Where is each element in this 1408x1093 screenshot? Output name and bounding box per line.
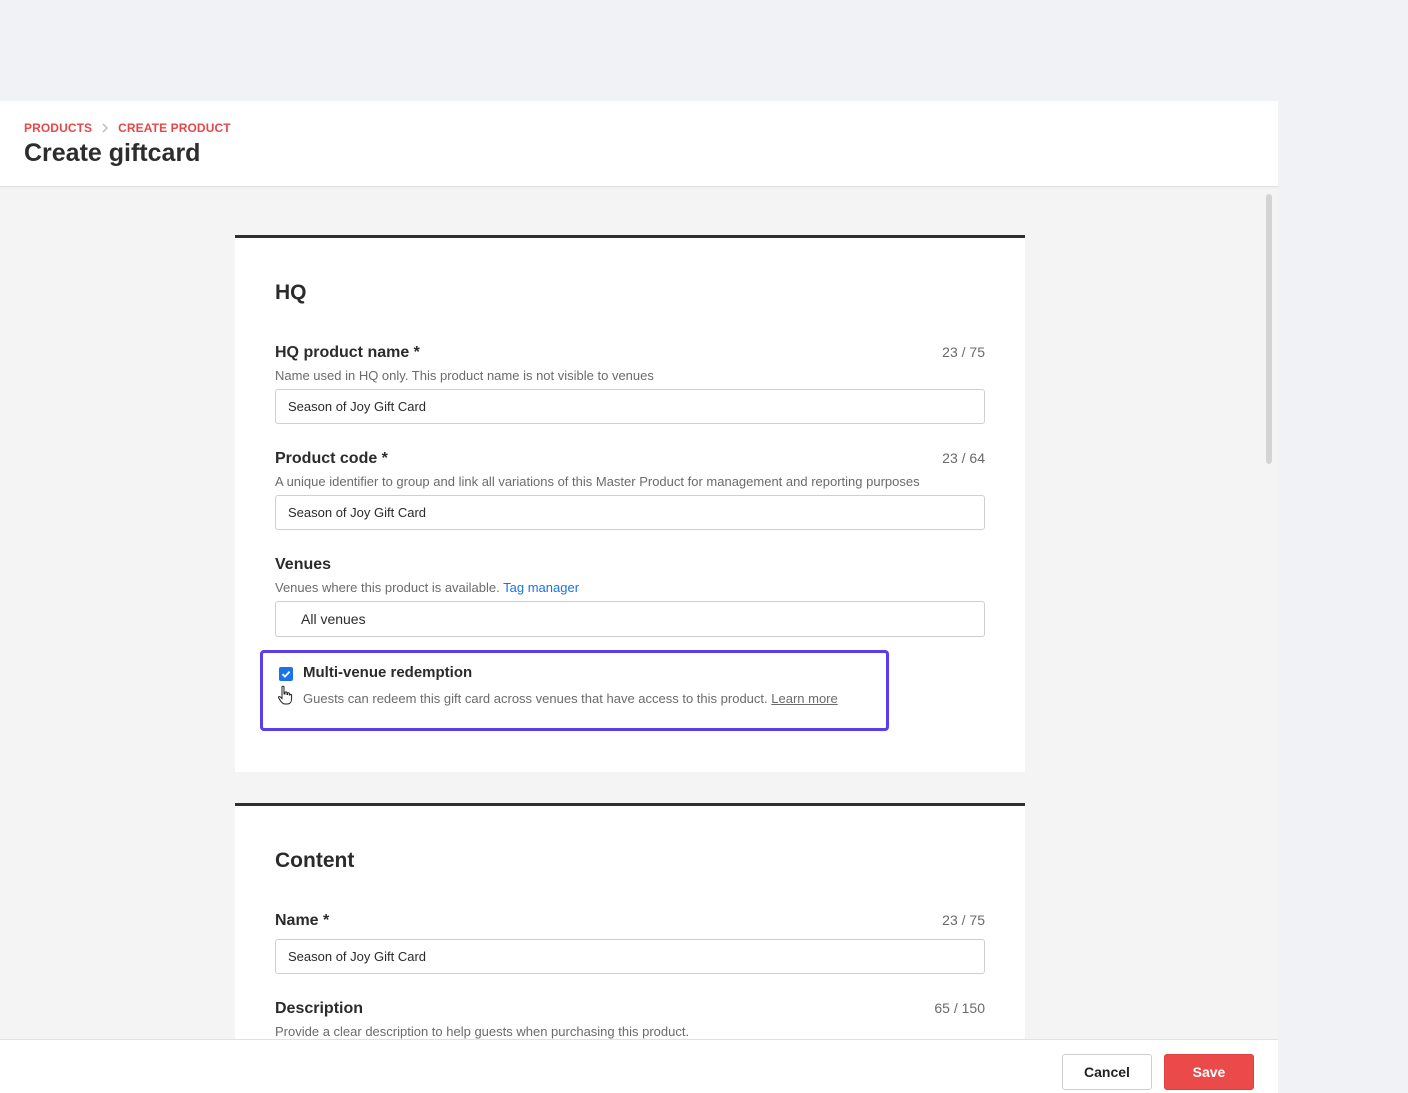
venues-select[interactable]: All venues [275,601,985,637]
venues-label: Venues [275,556,332,573]
page-title: Create giftcard [24,139,201,167]
app-window: PRODUCTS CREATE PRODUCT Create giftcard … [0,101,1278,1093]
product-code-counter: 23 / 64 [942,450,985,466]
breadcrumb-create-product[interactable]: CREATE PRODUCT [118,121,231,135]
section-title-content: Content [275,849,355,872]
hq-product-name-counter: 23 / 75 [942,344,985,360]
page-header: PRODUCTS CREATE PRODUCT Create giftcard [0,101,1278,187]
hand-pointer-cursor-icon [277,685,293,705]
product-code-label: Product code * [275,450,388,467]
hq-product-name-label: HQ product name * [275,344,420,361]
multi-venue-checkbox[interactable] [279,667,293,681]
name-label: Name * [275,912,330,929]
save-button[interactable]: Save [1164,1054,1254,1090]
learn-more-link[interactable]: Learn more [771,691,837,706]
hq-product-name-help: Name used in HQ only. This product name … [275,368,654,383]
breadcrumb-products[interactable]: PRODUCTS [24,121,92,135]
venues-help-text: Venues where this product is available. [275,580,500,595]
tag-manager-link[interactable]: Tag manager [503,580,579,595]
section-title-hq: HQ [275,281,307,304]
footer-bar: Cancel Save [0,1039,1278,1093]
multi-venue-redemption-box: Multi-venue redemption Guests can redeem… [260,650,889,731]
name-input[interactable] [275,939,985,974]
product-code-input[interactable] [275,495,985,530]
hq-section: HQ HQ product name * 23 / 75 Name used i… [235,235,1025,772]
venues-select-value: All venues [301,611,366,627]
multi-venue-help-text: Guests can redeem this gift card across … [303,691,768,706]
product-code-help: A unique identifier to group and link al… [275,474,920,489]
name-counter: 23 / 75 [942,912,985,928]
venues-help: Venues where this product is available. … [275,580,579,595]
checkmark-icon [281,670,291,678]
multi-venue-label[interactable]: Multi-venue redemption [303,664,472,681]
cancel-button[interactable]: Cancel [1062,1054,1152,1090]
multi-venue-help: Guests can redeem this gift card across … [303,691,838,706]
description-counter: 65 / 150 [934,1000,985,1016]
breadcrumb: PRODUCTS CREATE PRODUCT [24,121,231,135]
chevron-right-icon [102,123,109,133]
description-help: Provide a clear description to help gues… [275,1024,690,1039]
description-label: Description [275,1000,364,1017]
hq-product-name-input[interactable] [275,389,985,424]
scrollbar[interactable] [1266,194,1272,464]
